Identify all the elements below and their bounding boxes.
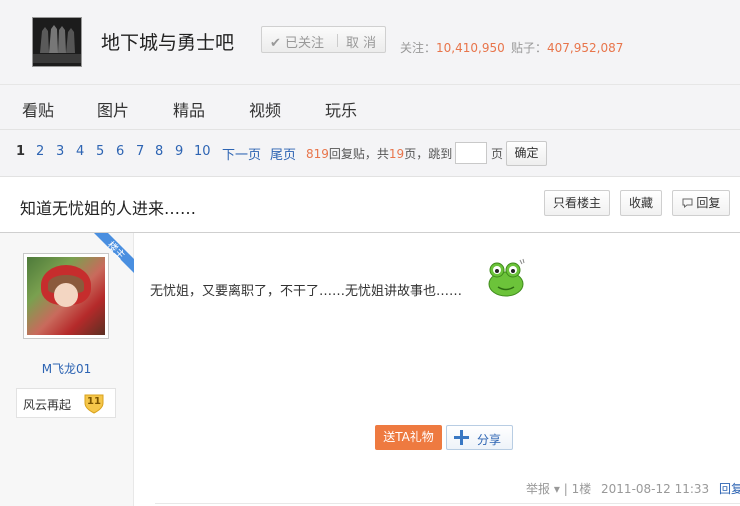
nav-item-featured[interactable]: 精品 bbox=[173, 97, 205, 121]
page-link[interactable]: 7 bbox=[136, 144, 144, 159]
post-content: 无忧姐，又要离职了，不干了……无忧姐讲故事也…… bbox=[150, 284, 463, 299]
nav-item-fun[interactable]: 玩乐 bbox=[325, 97, 357, 121]
user-level-box[interactable]: 风云再起 11 bbox=[16, 388, 116, 418]
divider bbox=[337, 34, 338, 47]
post-reply-link[interactable]: 回复 bbox=[719, 482, 740, 496]
pagination-bar: 1 2 3 4 5 6 7 8 9 10 下一页 尾页 819回复贴，共19页，… bbox=[0, 130, 740, 177]
page-link-current: 1 bbox=[16, 144, 26, 159]
page-jump-confirm-button[interactable]: 确定 bbox=[506, 141, 547, 166]
reply-summary: 819回复贴，共19页，跳到 bbox=[306, 145, 452, 162]
forum-logo[interactable] bbox=[32, 17, 82, 67]
page-link[interactable]: 8 bbox=[155, 144, 163, 159]
page-link[interactable]: 4 bbox=[76, 144, 84, 159]
jump-label: 页，跳到 bbox=[404, 147, 453, 161]
post-count-label: 贴子： bbox=[511, 41, 548, 55]
page-link[interactable]: 2 bbox=[36, 144, 44, 159]
level-number: 11 bbox=[87, 396, 101, 407]
reply-button[interactable]: 回复 bbox=[672, 190, 730, 216]
post-footer: 举报 ▾ | 1楼 2011-08-12 11:33 回复 bbox=[526, 480, 740, 497]
followed-status: ✔ 已关注 bbox=[270, 32, 324, 51]
warriors-logo-icon bbox=[40, 25, 75, 53]
nav-item-images[interactable]: 图片 bbox=[97, 97, 129, 121]
page-total: 19 bbox=[388, 147, 405, 161]
reply-button-label: 回复 bbox=[696, 196, 721, 210]
send-gift-button[interactable]: 送TA礼物 bbox=[375, 425, 442, 450]
page-link[interactable]: 9 bbox=[175, 144, 183, 159]
page-unit-label: 页 bbox=[491, 147, 504, 161]
checkmark-icon: ✔ bbox=[270, 36, 281, 51]
nav-item-videos[interactable]: 视频 bbox=[249, 97, 281, 121]
follow-status-box: ✔ 已关注 取 消 bbox=[261, 26, 386, 53]
follow-count: 10,410,950 bbox=[436, 41, 505, 55]
page-link[interactable]: 6 bbox=[116, 144, 124, 159]
comment-icon bbox=[682, 196, 697, 210]
level-title: 风云再起 bbox=[23, 398, 72, 412]
followed-label: 已关注 bbox=[285, 36, 325, 51]
next-page-link[interactable]: 下一页 bbox=[222, 144, 261, 163]
share-label: 分享 bbox=[477, 433, 502, 447]
op-corner-tag: 楼主 bbox=[94, 233, 134, 273]
share-button[interactable]: 分享 bbox=[446, 425, 513, 450]
logo-caption-strip bbox=[33, 54, 81, 63]
collect-button[interactable]: 收藏 bbox=[620, 190, 662, 216]
report-label: 举报 bbox=[526, 482, 551, 496]
last-page-link[interactable]: 尾页 bbox=[270, 144, 296, 163]
forum-title[interactable]: 地下城与勇士吧 bbox=[101, 30, 234, 56]
page-link[interactable]: 10 bbox=[194, 144, 211, 159]
nav-item-posts[interactable]: 看贴 bbox=[22, 97, 54, 121]
follow-count-stat: 关注：10,410,950 bbox=[400, 39, 505, 56]
author-name[interactable]: M飞龙01 bbox=[0, 360, 133, 377]
reply-summary-label: 回复贴，共 bbox=[328, 147, 389, 161]
only-op-button[interactable]: 只看楼主 bbox=[544, 190, 610, 216]
page-link[interactable]: 5 bbox=[96, 144, 104, 159]
thread-title: 知道无忧姐的人进来…… bbox=[20, 199, 197, 218]
page-jump-input[interactable] bbox=[455, 142, 487, 164]
divider: | bbox=[563, 482, 572, 496]
level-badge: 11 bbox=[83, 392, 105, 414]
frog-emoji-icon bbox=[488, 258, 525, 297]
share-plus-icon bbox=[454, 430, 469, 445]
post-time: 2011-08-12 11:33 bbox=[601, 482, 710, 496]
forum-nav: 看贴 图片 精品 视频 玩乐 bbox=[0, 85, 740, 130]
floor-number: 1楼 bbox=[571, 482, 592, 496]
page-link[interactable]: 3 bbox=[56, 144, 64, 159]
dropdown-arrow-icon: ▾ bbox=[553, 482, 560, 496]
report-button[interactable]: 举报 ▾ bbox=[526, 482, 560, 496]
unfollow-button[interactable]: 取 消 bbox=[346, 32, 376, 51]
post-bottom-divider bbox=[155, 503, 740, 504]
follow-count-label: 关注： bbox=[400, 41, 437, 55]
reply-count: 819 bbox=[306, 147, 329, 161]
post-count-stat: 贴子：407,952,087 bbox=[511, 39, 623, 56]
post-count: 407,952,087 bbox=[547, 41, 624, 55]
